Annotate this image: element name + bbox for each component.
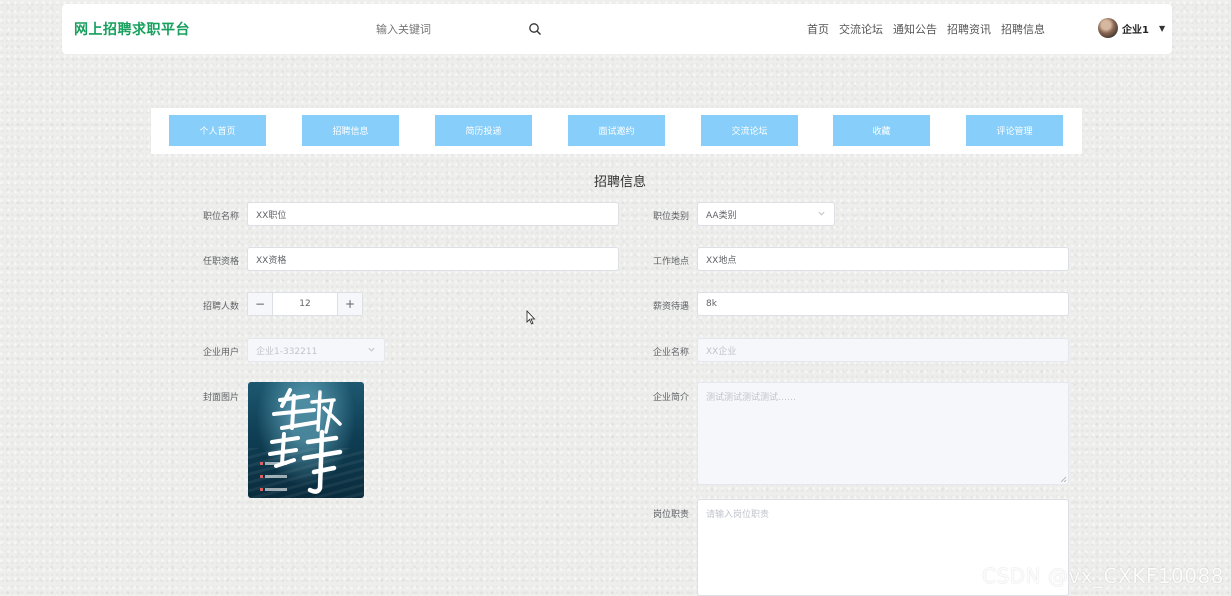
work-location-input[interactable]: XX地点 xyxy=(697,247,1069,271)
job-name-label: 职位名称 xyxy=(203,212,240,222)
job-type-select[interactable]: AA类别 xyxy=(697,202,835,226)
headcount-value[interactable]: 12 xyxy=(273,293,337,315)
tab-favorites[interactable]: 收藏 xyxy=(833,115,930,146)
main-nav: 首页 交流论坛 通知公告 招聘资讯 招聘信息 xyxy=(807,21,1045,37)
cover-bullet xyxy=(260,462,263,465)
nav-jobs[interactable]: 招聘信息 xyxy=(1001,21,1045,37)
cover-line xyxy=(265,475,287,478)
tab-comments[interactable]: 评论管理 xyxy=(966,115,1063,146)
cover-image[interactable] xyxy=(248,382,364,498)
mouse-cursor-icon xyxy=(526,310,536,325)
cover-line xyxy=(265,462,287,465)
tab-job-info[interactable]: 招聘信息 xyxy=(302,115,399,146)
company-intro-value: 测试测试测试测试…… xyxy=(706,393,797,403)
cover-bullet xyxy=(260,475,263,478)
tab-interview[interactable]: 面试邀约 xyxy=(568,115,665,146)
company-intro-label: 企业简介 xyxy=(653,393,690,403)
headcount-stepper: − 12 + xyxy=(247,292,363,316)
avatar[interactable] xyxy=(1098,18,1118,38)
form-title: 招聘信息 xyxy=(593,175,646,190)
company-user-select: 企业1-332211 xyxy=(247,338,385,362)
resize-handle-icon[interactable] xyxy=(1060,476,1067,483)
job-duty-label: 岗位职责 xyxy=(653,510,690,520)
job-name-input[interactable]: XX职位 xyxy=(247,202,619,226)
cover-bullet xyxy=(260,488,263,491)
user-name[interactable]: 企业1 xyxy=(1122,21,1149,36)
nav-home[interactable]: 首页 xyxy=(807,21,829,37)
chevron-down-icon xyxy=(368,347,375,352)
center-tabs: 个人首页 招聘信息 简历投递 面试邀约 交流论坛 收藏 评论管理 xyxy=(151,108,1082,154)
top-navbar: 网上招聘求职平台 首页 交流论坛 通知公告 招聘资讯 招聘信息 企业1 ▼ xyxy=(62,4,1172,54)
cover-calligraphy-art xyxy=(268,388,343,494)
nav-forum[interactable]: 交流论坛 xyxy=(839,21,883,37)
qualification-input[interactable]: XX资格 xyxy=(247,247,619,271)
salary-label: 薪资待遇 xyxy=(653,302,690,312)
tab-resume-delivery[interactable]: 简历投递 xyxy=(435,115,532,146)
tab-personal-home[interactable]: 个人首页 xyxy=(169,115,266,146)
nav-news[interactable]: 招聘资讯 xyxy=(947,21,991,37)
tab-forum[interactable]: 交流论坛 xyxy=(701,115,798,146)
company-name-label: 企业名称 xyxy=(653,348,690,358)
search-box xyxy=(358,16,546,42)
watermark: CSDN @vx_CXKF10088 xyxy=(982,564,1224,588)
increase-button[interactable]: + xyxy=(337,293,362,315)
decrease-button[interactable]: − xyxy=(248,293,273,315)
company-user-label: 企业用户 xyxy=(203,348,240,358)
job-type-label: 职位类别 xyxy=(653,212,690,222)
cover-label: 封面图片 xyxy=(203,393,240,403)
user-menu[interactable]: 企业1 ▼ xyxy=(1098,18,1165,38)
headcount-label: 招聘人数 xyxy=(203,302,240,312)
job-type-value: AA类别 xyxy=(706,210,737,221)
search-input[interactable] xyxy=(358,16,546,42)
caret-down-icon[interactable]: ▼ xyxy=(1159,24,1165,33)
cover-line xyxy=(265,488,287,491)
qualification-label: 任职资格 xyxy=(203,257,240,267)
company-name-input: XX企业 xyxy=(697,338,1069,362)
company-intro-textarea: 测试测试测试测试…… xyxy=(697,382,1069,485)
work-location-label: 工作地点 xyxy=(653,257,690,267)
site-logo[interactable]: 网上招聘求职平台 xyxy=(74,19,190,39)
chevron-down-icon xyxy=(818,211,825,216)
job-duty-placeholder: 请输入岗位职责 xyxy=(706,510,770,520)
salary-input[interactable]: 8k xyxy=(697,292,1069,316)
nav-notice[interactable]: 通知公告 xyxy=(893,21,937,37)
company-user-value: 企业1-332211 xyxy=(256,346,318,357)
search-icon[interactable] xyxy=(528,22,542,36)
